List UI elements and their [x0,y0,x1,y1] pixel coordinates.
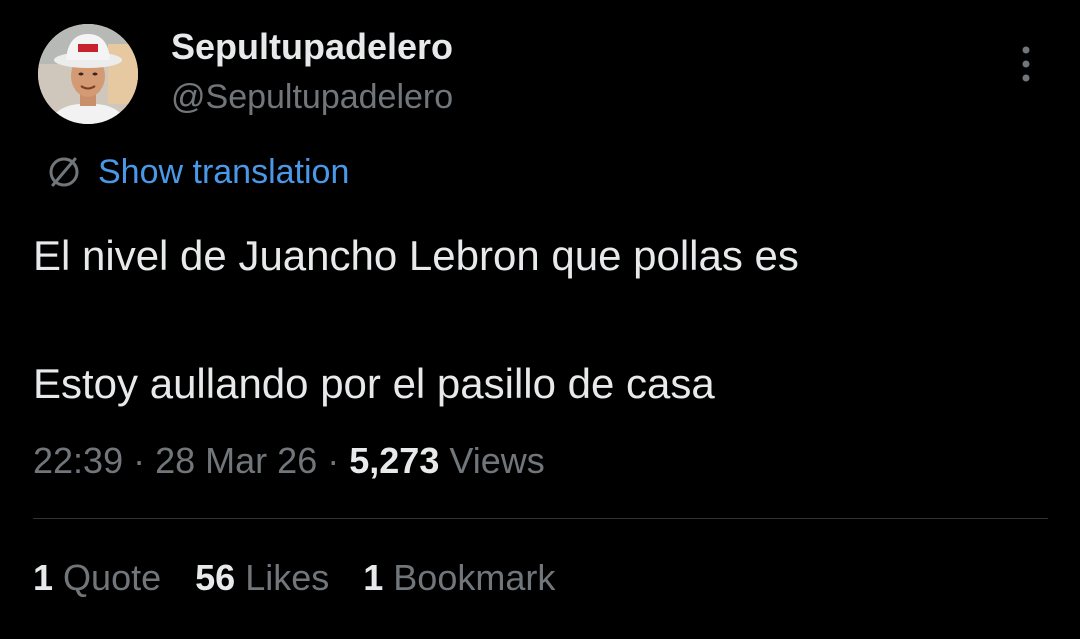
tweet-text-line: El nivel de Juancho Lebron que pollas es [33,232,799,279]
more-options-button[interactable] [1010,42,1042,86]
quotes-label: Quote [63,557,162,598]
views-label: Views [449,440,545,481]
likes-stat[interactable]: 56 Likes [195,557,329,599]
likes-count: 56 [195,557,236,598]
tweet-time[interactable]: 22:39 [33,440,123,481]
author-handle[interactable]: @Sepultupadelero [171,78,453,117]
show-translation-label: Show translation [98,152,350,191]
quotes-stat[interactable]: 1 Quote [33,557,161,599]
tweet-metadata: 22:39 · 28 Mar 26 · 5,273 Views [33,440,545,482]
avatar-photo [38,24,138,124]
vertical-ellipsis-icon [1022,46,1030,82]
engagement-stats: 1 Quote 56 Likes 1 Bookmark [33,557,589,599]
translate-globe-icon [44,152,84,192]
author-display-name[interactable]: Sepultupadelero [171,26,453,68]
divider [33,518,1048,519]
bookmarks-label: Bookmark [393,557,556,598]
bookmarks-stat[interactable]: 1 Bookmark [363,557,555,599]
author-avatar[interactable] [38,24,138,124]
meta-separator: · [327,440,340,481]
views-count: 5,273 [349,440,440,481]
bookmarks-count: 1 [363,557,384,598]
show-translation-link[interactable]: Show translation [44,150,349,194]
meta-separator: · [133,440,146,481]
tweet-text-line: Estoy aullando por el pasillo de casa [33,360,715,407]
quotes-count: 1 [33,557,54,598]
tweet-date[interactable]: 28 Mar 26 [155,440,317,481]
likes-label: Likes [245,557,330,598]
